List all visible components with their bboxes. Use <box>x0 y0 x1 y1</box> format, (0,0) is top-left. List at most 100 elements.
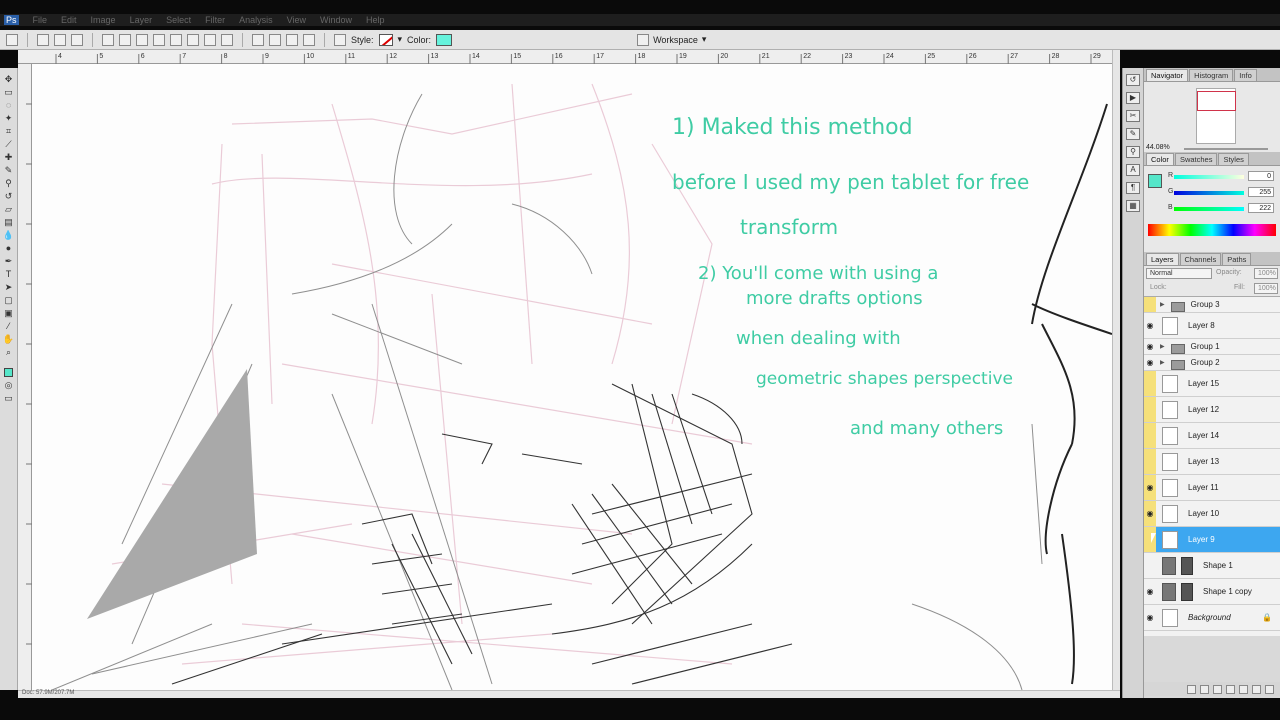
document-canvas[interactable]: 1) Maked this method before I used my pe… <box>32 64 1112 690</box>
healing-brush-tool-icon[interactable]: ✚ <box>3 152 15 162</box>
rectangle-icon[interactable] <box>136 33 148 46</box>
combine-mode-icon[interactable] <box>252 33 264 46</box>
tab-styles[interactable]: Styles <box>1218 153 1249 165</box>
group-expand-icon[interactable]: ▶ <box>1160 301 1165 308</box>
visibility-eye-icon[interactable]: ◉ <box>1144 605 1156 630</box>
fill-input[interactable]: 100% <box>1254 283 1278 294</box>
channel-r-slider[interactable] <box>1174 175 1244 179</box>
subtract-mode-icon[interactable] <box>269 33 281 46</box>
visibility-eye-icon[interactable]: ◉ <box>1144 475 1156 500</box>
foreground-color-swatch[interactable] <box>4 368 13 377</box>
line-icon[interactable] <box>204 33 216 46</box>
tab-channels[interactable]: Channels <box>1179 253 1222 265</box>
eyedropper-tool-icon[interactable]: ⁄ <box>3 321 15 331</box>
menu-select[interactable]: Select <box>166 15 191 25</box>
link-layers-icon[interactable] <box>1187 684 1196 694</box>
trash-icon[interactable] <box>1265 684 1274 694</box>
menu-help[interactable]: Help <box>366 15 385 25</box>
brush-tool-icon[interactable]: ✎ <box>3 165 15 175</box>
vertical-scrollbar[interactable] <box>1112 50 1120 690</box>
menu-window[interactable]: Window <box>320 15 352 25</box>
hand-tool-icon[interactable]: ✋ <box>3 334 15 344</box>
tab-layers[interactable]: Layers <box>1146 253 1179 265</box>
clone-stamp-tool-icon[interactable]: ⚲ <box>3 178 15 188</box>
group-expand-icon[interactable]: ▶ <box>1160 359 1165 366</box>
blur-tool-icon[interactable]: 💧 <box>3 230 15 240</box>
path-selection-tool-icon[interactable]: ➤ <box>3 282 15 292</box>
lasso-tool-icon[interactable]: ◌ <box>3 100 15 110</box>
channel-r-value[interactable]: 0 <box>1248 171 1274 181</box>
marquee-tool-icon[interactable]: ▭ <box>3 87 15 97</box>
layer-mask-icon[interactable] <box>1213 684 1222 694</box>
zoom-tool-icon[interactable]: ⌕ <box>3 347 15 357</box>
gradient-tool-icon[interactable]: ▤ <box>3 217 15 227</box>
layer-row[interactable]: ◉ Background 🔒 <box>1144 605 1280 631</box>
layer-row[interactable]: ◉ ▶ Group 2 <box>1144 355 1280 371</box>
menu-image[interactable]: Image <box>91 15 116 25</box>
layer-row[interactable]: Shape 1 <box>1144 553 1280 579</box>
menu-view[interactable]: View <box>287 15 306 25</box>
layer-row[interactable]: ◉ Layer 11 <box>1144 475 1280 501</box>
tab-paths[interactable]: Paths <box>1222 253 1252 265</box>
layer-row[interactable]: Layer 13 <box>1144 449 1280 475</box>
layer-row[interactable]: ◉ ▶ Group 1 <box>1144 339 1280 355</box>
history-brush-tool-icon[interactable]: ↺ <box>3 191 15 201</box>
chevron-down-icon[interactable]: ▾ <box>398 34 403 45</box>
menu-edit[interactable]: Edit <box>61 15 77 25</box>
exclude-mode-icon[interactable] <box>303 33 315 46</box>
visibility-toggle[interactable] <box>1144 297 1156 312</box>
eraser-tool-icon[interactable]: ▱ <box>3 204 15 214</box>
layer-row[interactable]: Layer 14 <box>1144 423 1280 449</box>
channel-g-value[interactable]: 255 <box>1248 187 1274 197</box>
menu-filter[interactable]: Filter <box>205 15 225 25</box>
layer-row[interactable]: Layer 9 <box>1144 527 1280 553</box>
paragraph-panel-icon[interactable]: ¶ <box>1126 182 1140 194</box>
shape-tool-icon[interactable]: ▢ <box>3 295 15 305</box>
layer-row[interactable]: ◉ Layer 10 <box>1144 501 1280 527</box>
opacity-input[interactable]: 100% <box>1254 268 1278 279</box>
adjustment-layer-icon[interactable] <box>1226 684 1235 694</box>
pen-tool-icon[interactable]: ✒ <box>3 256 15 266</box>
magic-wand-tool-icon[interactable]: ✦ <box>3 113 15 123</box>
tool-preset-icon[interactable] <box>6 33 18 46</box>
navigator-thumbnail[interactable] <box>1196 88 1236 144</box>
new-layer-icon[interactable] <box>1252 684 1261 694</box>
pen-icon[interactable] <box>102 33 114 46</box>
tab-color[interactable]: Color <box>1146 153 1174 165</box>
clone-source-icon[interactable]: ⚲ <box>1126 146 1140 158</box>
layer-comps-icon[interactable]: ▦ <box>1126 200 1140 212</box>
paths-icon[interactable] <box>54 33 66 46</box>
channel-g-slider[interactable] <box>1174 191 1244 195</box>
visibility-eye-icon[interactable]: ◉ <box>1144 339 1156 354</box>
link-icon[interactable] <box>334 33 346 46</box>
layer-row[interactable]: Layer 12 <box>1144 397 1280 423</box>
actions-panel-icon[interactable]: ▶ <box>1126 92 1140 104</box>
shape-layers-icon[interactable] <box>37 33 49 46</box>
visibility-eye-icon[interactable]: ◉ <box>1144 579 1156 604</box>
blend-mode-select[interactable]: Normal <box>1146 268 1212 279</box>
layer-row[interactable]: Layer 15 <box>1144 371 1280 397</box>
navigator-view-box[interactable] <box>1197 91 1236 111</box>
tab-navigator[interactable]: Navigator <box>1146 69 1189 81</box>
layer-style-icon[interactable] <box>1200 684 1209 694</box>
color-foreground-swatch[interactable] <box>1148 174 1162 188</box>
tab-info[interactable]: Info <box>1234 69 1257 81</box>
history-panel-icon[interactable]: ↺ <box>1126 74 1140 86</box>
crop-tool-icon[interactable]: ⌗ <box>3 126 15 136</box>
tab-swatches[interactable]: Swatches <box>1174 153 1218 165</box>
visibility-eye-icon[interactable]: ◉ <box>1144 355 1156 370</box>
rounded-rectangle-icon[interactable] <box>153 33 165 46</box>
menu-analysis[interactable]: Analysis <box>239 15 273 25</box>
ellipse-icon[interactable] <box>170 33 182 46</box>
visibility-toggle[interactable] <box>1144 397 1156 422</box>
polygon-icon[interactable] <box>187 33 199 46</box>
custom-shape-icon[interactable] <box>221 33 233 46</box>
character-panel-icon[interactable]: A <box>1126 164 1140 176</box>
brushes-panel-icon[interactable]: ✎ <box>1126 128 1140 140</box>
fill-pixels-icon[interactable] <box>71 33 83 46</box>
slice-tool-icon[interactable]: ⟋ <box>3 139 15 149</box>
color-spectrum-ramp[interactable] <box>1148 224 1276 236</box>
group-expand-icon[interactable]: ▶ <box>1160 343 1165 350</box>
layer-row[interactable]: ◉ Shape 1 copy <box>1144 579 1280 605</box>
freeform-pen-icon[interactable] <box>119 33 131 46</box>
